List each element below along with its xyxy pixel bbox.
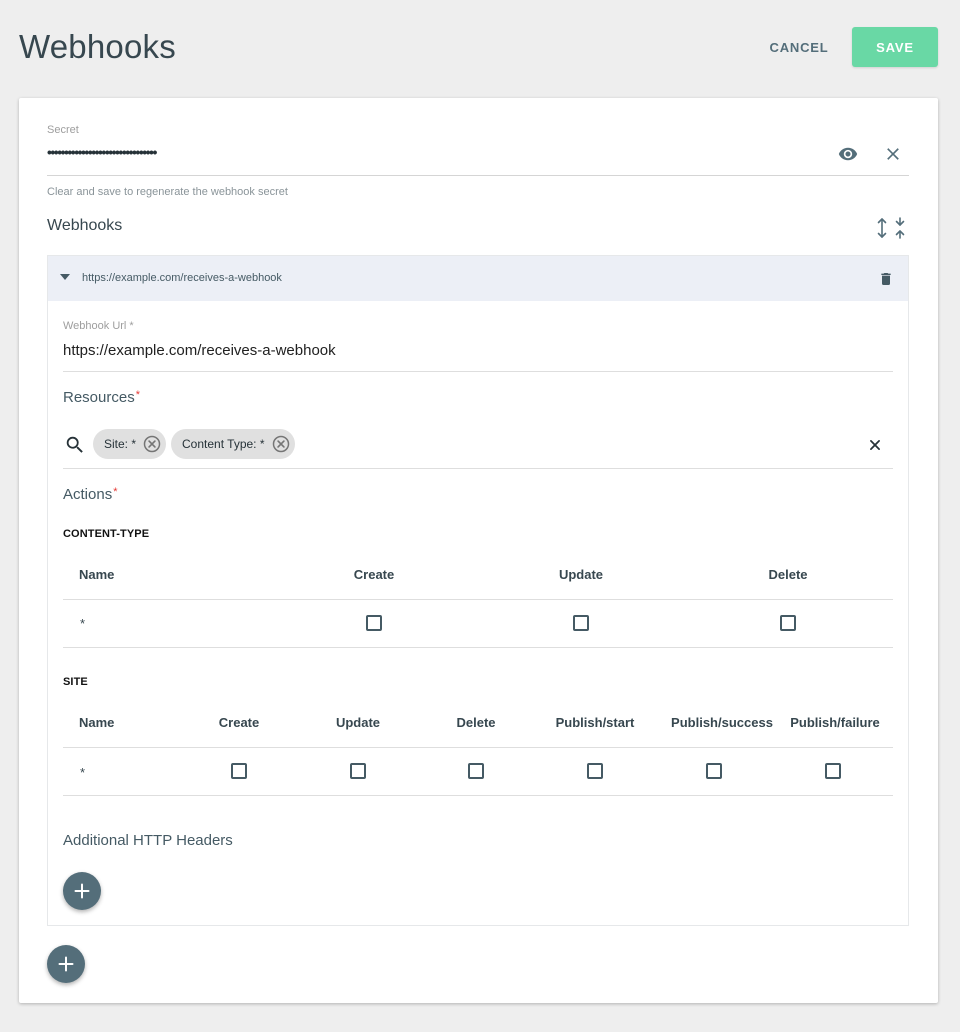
th-update: Update <box>558 567 604 582</box>
webhooks-section-title: Webhooks <box>47 217 123 234</box>
secret-label: Secret <box>47 124 79 136</box>
checkbox-site-create[interactable] <box>231 763 247 779</box>
th-delete: Delete <box>456 715 496 730</box>
table-header-divider <box>63 747 893 748</box>
checkbox-content-type-delete[interactable] <box>780 615 796 631</box>
close-icon[interactable] <box>883 144 903 164</box>
th-update: Update <box>335 715 381 730</box>
row-name: * <box>80 765 86 780</box>
th-create: Create <box>353 567 395 582</box>
clear-resources-icon[interactable] <box>868 438 882 452</box>
save-button[interactable]: SAVE <box>852 27 938 67</box>
th-publish-failure: Publish/failure <box>790 715 880 730</box>
group-label-site: SITE <box>63 676 88 688</box>
resource-chip-content-type[interactable]: Content Type: * <box>171 429 295 459</box>
cancel-circle-icon[interactable] <box>142 434 162 454</box>
trash-icon[interactable] <box>878 270 894 288</box>
table-row-divider <box>63 795 893 796</box>
th-create: Create <box>218 715 260 730</box>
additional-headers-heading: Additional HTTP Headers <box>63 832 233 849</box>
checkbox-site-delete[interactable] <box>468 763 484 779</box>
secret-help-text: Clear and save to regenerate the webhook… <box>47 186 288 198</box>
th-publish-start: Publish/start <box>555 715 635 730</box>
table-header-divider <box>63 599 893 600</box>
checkbox-site-publish-failure[interactable] <box>825 763 841 779</box>
webhook-panel: https://example.com/receives-a-webhook W… <box>47 255 909 926</box>
required-marker: * <box>113 486 118 498</box>
caret-down-icon[interactable] <box>60 274 70 280</box>
chip-label: Content Type: * <box>182 437 265 451</box>
webhook-panel-header[interactable]: https://example.com/receives-a-webhook <box>48 256 908 301</box>
required-marker: * <box>135 389 140 401</box>
eye-icon[interactable] <box>837 144 859 164</box>
th-name: Name <box>79 567 115 582</box>
checkbox-site-publish-start[interactable] <box>587 763 603 779</box>
resources-heading: Resources* <box>63 389 140 406</box>
plus-icon <box>58 956 74 972</box>
page-title: Webhooks <box>19 28 176 65</box>
plus-icon <box>74 883 90 899</box>
checkbox-content-type-update[interactable] <box>573 615 589 631</box>
webhook-panel-url: https://example.com/receives-a-webhook <box>82 272 282 284</box>
checkbox-site-publish-success[interactable] <box>706 763 722 779</box>
secret-input[interactable]: •••••••••••••••••••••••••••••••• <box>47 144 157 160</box>
webhook-url-label: Webhook Url * <box>63 320 134 332</box>
secret-underline <box>47 175 909 176</box>
actions-heading: Actions* <box>63 486 118 503</box>
table-row-divider <box>63 647 893 648</box>
resource-chip-site[interactable]: Site: * <box>93 429 167 459</box>
th-name: Name <box>79 715 115 730</box>
webhook-url-underline <box>63 371 893 372</box>
add-header-button[interactable] <box>63 872 101 910</box>
resources-underline <box>63 468 893 469</box>
webhook-url-input[interactable]: https://example.com/receives-a-webhook <box>63 342 336 359</box>
search-icon <box>66 436 83 453</box>
chip-label: Site: * <box>104 437 137 451</box>
checkbox-site-update[interactable] <box>350 763 366 779</box>
cancel-circle-icon[interactable] <box>271 434 291 454</box>
add-webhook-button[interactable] <box>47 945 85 983</box>
th-delete: Delete <box>768 567 808 582</box>
webhooks-card: Secret •••••••••••••••••••••••••••••••• … <box>19 98 938 1003</box>
cancel-button[interactable]: CANCEL <box>760 28 838 66</box>
checkbox-content-type-create[interactable] <box>366 615 382 631</box>
row-name: * <box>80 616 86 631</box>
expand-collapse-icon[interactable] <box>873 216 909 240</box>
th-publish-success: Publish/success <box>671 715 773 730</box>
group-label-content-type: CONTENT-TYPE <box>63 528 150 540</box>
